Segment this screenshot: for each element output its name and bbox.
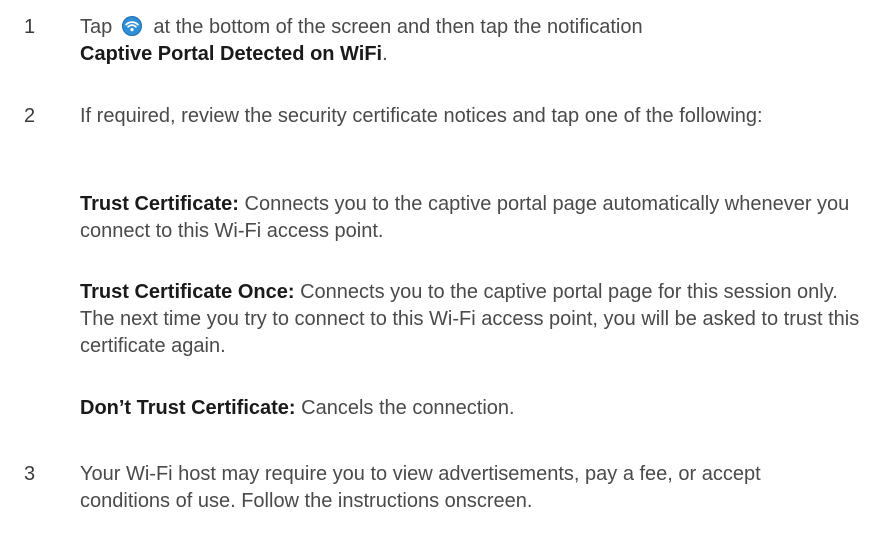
step-text: Tap at the bottom of the screen and then… <box>80 14 860 68</box>
option-description: Cancels the connection. <box>301 397 515 419</box>
wifi-icon <box>121 16 142 36</box>
option-dont-trust-certificate: Don’t Trust Certificate: Cancels the con… <box>80 395 860 422</box>
notification-name: Captive Portal Detected on WiFi <box>80 43 383 65</box>
step-text-after-icon: at the bottom of the screen and then tap… <box>153 16 643 38</box>
step-text: Your Wi-Fi host may require you to view … <box>80 463 761 512</box>
step-text: If required, review the security certifi… <box>80 105 763 127</box>
step-number: 2 <box>24 105 36 127</box>
option-trust-certificate-once: Trust Certificate Once: Connects you to … <box>80 279 860 360</box>
step-number: 1 <box>24 16 36 38</box>
instructions-document: 1 Tap at the bottom of the screen and th… <box>0 0 875 545</box>
option-label: Don’t Trust Certificate: <box>80 397 296 419</box>
step-text-before-icon: Tap <box>80 16 113 38</box>
step-number: 3 <box>24 463 36 485</box>
option-trust-certificate: Trust Certificate: Connects you to the c… <box>80 191 860 245</box>
option-label: Trust Certificate: <box>80 193 239 215</box>
option-label: Trust Certificate Once: <box>80 281 295 303</box>
step-trailing: . <box>382 43 388 65</box>
